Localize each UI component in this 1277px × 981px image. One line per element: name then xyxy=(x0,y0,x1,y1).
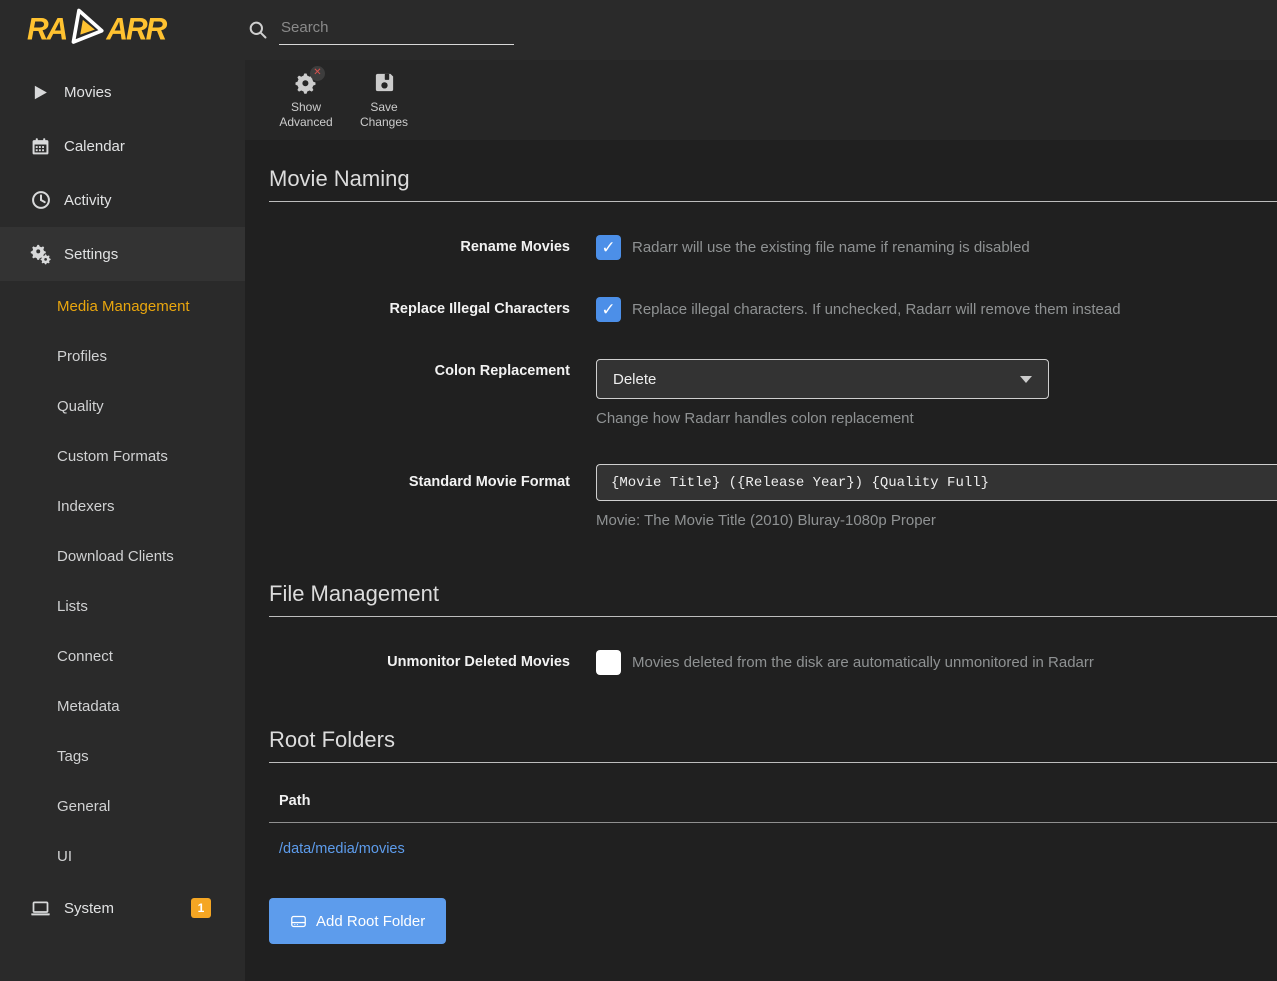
section-root-folders: Root Folders Path /data/media/movies xyxy=(269,727,1277,944)
calendar-icon xyxy=(30,136,51,157)
root-folder-path-link[interactable]: /data/media/movies xyxy=(279,841,405,857)
field-label: Colon Replacement xyxy=(269,359,570,384)
section-title: Movie Naming xyxy=(269,166,1277,202)
sidebar-subitem-tags[interactable]: Tags xyxy=(0,731,245,781)
logo-text-left: RA xyxy=(27,12,66,48)
section-movie-naming: Movie Naming Rename Movies ✓ Radarr will… xyxy=(269,166,1277,529)
sidebar-item-label: Movies xyxy=(64,84,112,101)
form-row-rename-movies: Rename Movies ✓ Radarr will use the exis… xyxy=(269,235,1277,260)
settings-toolbar: ✕ Show Advanced Save Changes xyxy=(245,60,1277,140)
path-column-header: Path xyxy=(269,793,1277,823)
system-health-badge: 1 xyxy=(191,898,211,918)
search-bar xyxy=(248,15,514,45)
sidebar-item-label: Calendar xyxy=(64,138,125,155)
hard-drive-icon xyxy=(290,913,307,930)
field-help: Replace illegal characters. If unchecked… xyxy=(632,301,1121,318)
add-root-folder-label: Add Root Folder xyxy=(316,913,425,930)
field-help: Radarr will use the existing file name i… xyxy=(632,239,1030,256)
check-icon: ✓ xyxy=(601,238,615,258)
section-title: Root Folders xyxy=(269,727,1277,763)
laptop-icon xyxy=(30,898,51,919)
sidebar-item-activity[interactable]: Activity xyxy=(0,173,245,227)
add-root-folder-button[interactable]: Add Root Folder xyxy=(269,898,446,944)
main-column: ✕ Show Advanced Save Changes Movie Namin xyxy=(245,0,1277,981)
sidebar-subitem-indexers[interactable]: Indexers xyxy=(0,481,245,531)
unmonitor-deleted-checkbox[interactable]: ✓ xyxy=(596,650,621,675)
sidebar-subitem-profiles[interactable]: Profiles xyxy=(0,331,245,381)
field-help: Movie: The Movie Title (2010) Bluray-108… xyxy=(596,512,1277,529)
media-management-content: Movie Naming Rename Movies ✓ Radarr will… xyxy=(245,140,1277,981)
form-row-unmonitor-deleted: Unmonitor Deleted Movies ✓ Movies delete… xyxy=(269,650,1277,675)
advanced-off-x-icon: ✕ xyxy=(310,66,325,81)
sidebar-nav: Movies Calendar xyxy=(0,60,245,935)
chevron-down-icon xyxy=(1020,376,1032,383)
sidebar-subitem-general[interactable]: General xyxy=(0,781,245,831)
standard-movie-format-input[interactable] xyxy=(596,464,1277,501)
floppy-save-icon xyxy=(372,71,396,95)
clock-icon xyxy=(30,190,51,211)
field-label: Standard Movie Format xyxy=(269,464,570,501)
form-row-standard-movie-format: Standard Movie Format Movie: The Movie T… xyxy=(269,464,1277,529)
sidebar-subitem-ui[interactable]: UI xyxy=(0,831,245,881)
radarr-app: RA ARR Movies xyxy=(0,0,1277,981)
colon-replacement-select[interactable]: Delete xyxy=(596,359,1049,399)
field-label: Unmonitor Deleted Movies xyxy=(269,650,570,675)
sidebar-subitem-lists[interactable]: Lists xyxy=(0,581,245,631)
save-changes-label: Save Changes xyxy=(348,100,420,130)
selected-option: Delete xyxy=(613,371,656,388)
sidebar-subitem-metadata[interactable]: Metadata xyxy=(0,681,245,731)
field-help: Change how Radarr handles colon replacem… xyxy=(596,410,1277,427)
field-label: Replace Illegal Characters xyxy=(269,297,570,322)
search-input[interactable] xyxy=(279,15,514,45)
sidebar-item-calendar[interactable]: Calendar xyxy=(0,119,245,173)
gears-icon xyxy=(30,244,51,265)
sidebar-item-system[interactable]: System 1 xyxy=(0,881,245,935)
settings-submenu: Media Management Profiles Quality Custom… xyxy=(0,281,245,881)
sidebar-item-movies[interactable]: Movies xyxy=(0,65,245,119)
sidebar-item-label: Activity xyxy=(64,192,112,209)
sidebar-subitem-connect[interactable]: Connect xyxy=(0,631,245,681)
radarr-logo[interactable]: RA ARR xyxy=(0,0,245,60)
sidebar-subitem-media-management[interactable]: Media Management xyxy=(0,281,245,331)
check-icon: ✓ xyxy=(601,300,615,320)
replace-illegal-checkbox[interactable]: ✓ xyxy=(596,297,621,322)
section-file-management: File Management Unmonitor Deleted Movies… xyxy=(269,581,1277,675)
show-advanced-label: Show Advanced xyxy=(270,100,342,130)
root-folder-row: /data/media/movies xyxy=(269,823,1277,858)
sidebar-item-settings[interactable]: Settings xyxy=(0,227,245,281)
sidebar-subitem-download-clients[interactable]: Download Clients xyxy=(0,531,245,581)
sidebar-subitem-custom-formats[interactable]: Custom Formats xyxy=(0,431,245,481)
field-label: Rename Movies xyxy=(269,235,570,260)
advanced-gear-icon: ✕ xyxy=(294,71,318,95)
logo-text-right: ARR xyxy=(106,12,165,48)
search-icon xyxy=(248,20,268,40)
section-title: File Management xyxy=(269,581,1277,617)
form-row-replace-illegal: Replace Illegal Characters ✓ Replace ill… xyxy=(269,297,1277,322)
sidebar-item-label: Settings xyxy=(64,246,118,263)
page-header xyxy=(245,0,1277,60)
sidebar: RA ARR Movies xyxy=(0,0,245,981)
play-icon xyxy=(30,82,51,103)
show-advanced-button[interactable]: ✕ Show Advanced xyxy=(270,71,342,130)
sidebar-subitem-quality[interactable]: Quality xyxy=(0,381,245,431)
radarr-play-logo-icon xyxy=(64,6,108,55)
form-row-colon-replacement: Colon Replacement Delete Change how Rada… xyxy=(269,359,1277,427)
rename-movies-checkbox[interactable]: ✓ xyxy=(596,235,621,260)
sidebar-item-label: System xyxy=(64,900,114,917)
field-help: Movies deleted from the disk are automat… xyxy=(632,654,1094,671)
save-changes-button[interactable]: Save Changes xyxy=(348,71,420,130)
